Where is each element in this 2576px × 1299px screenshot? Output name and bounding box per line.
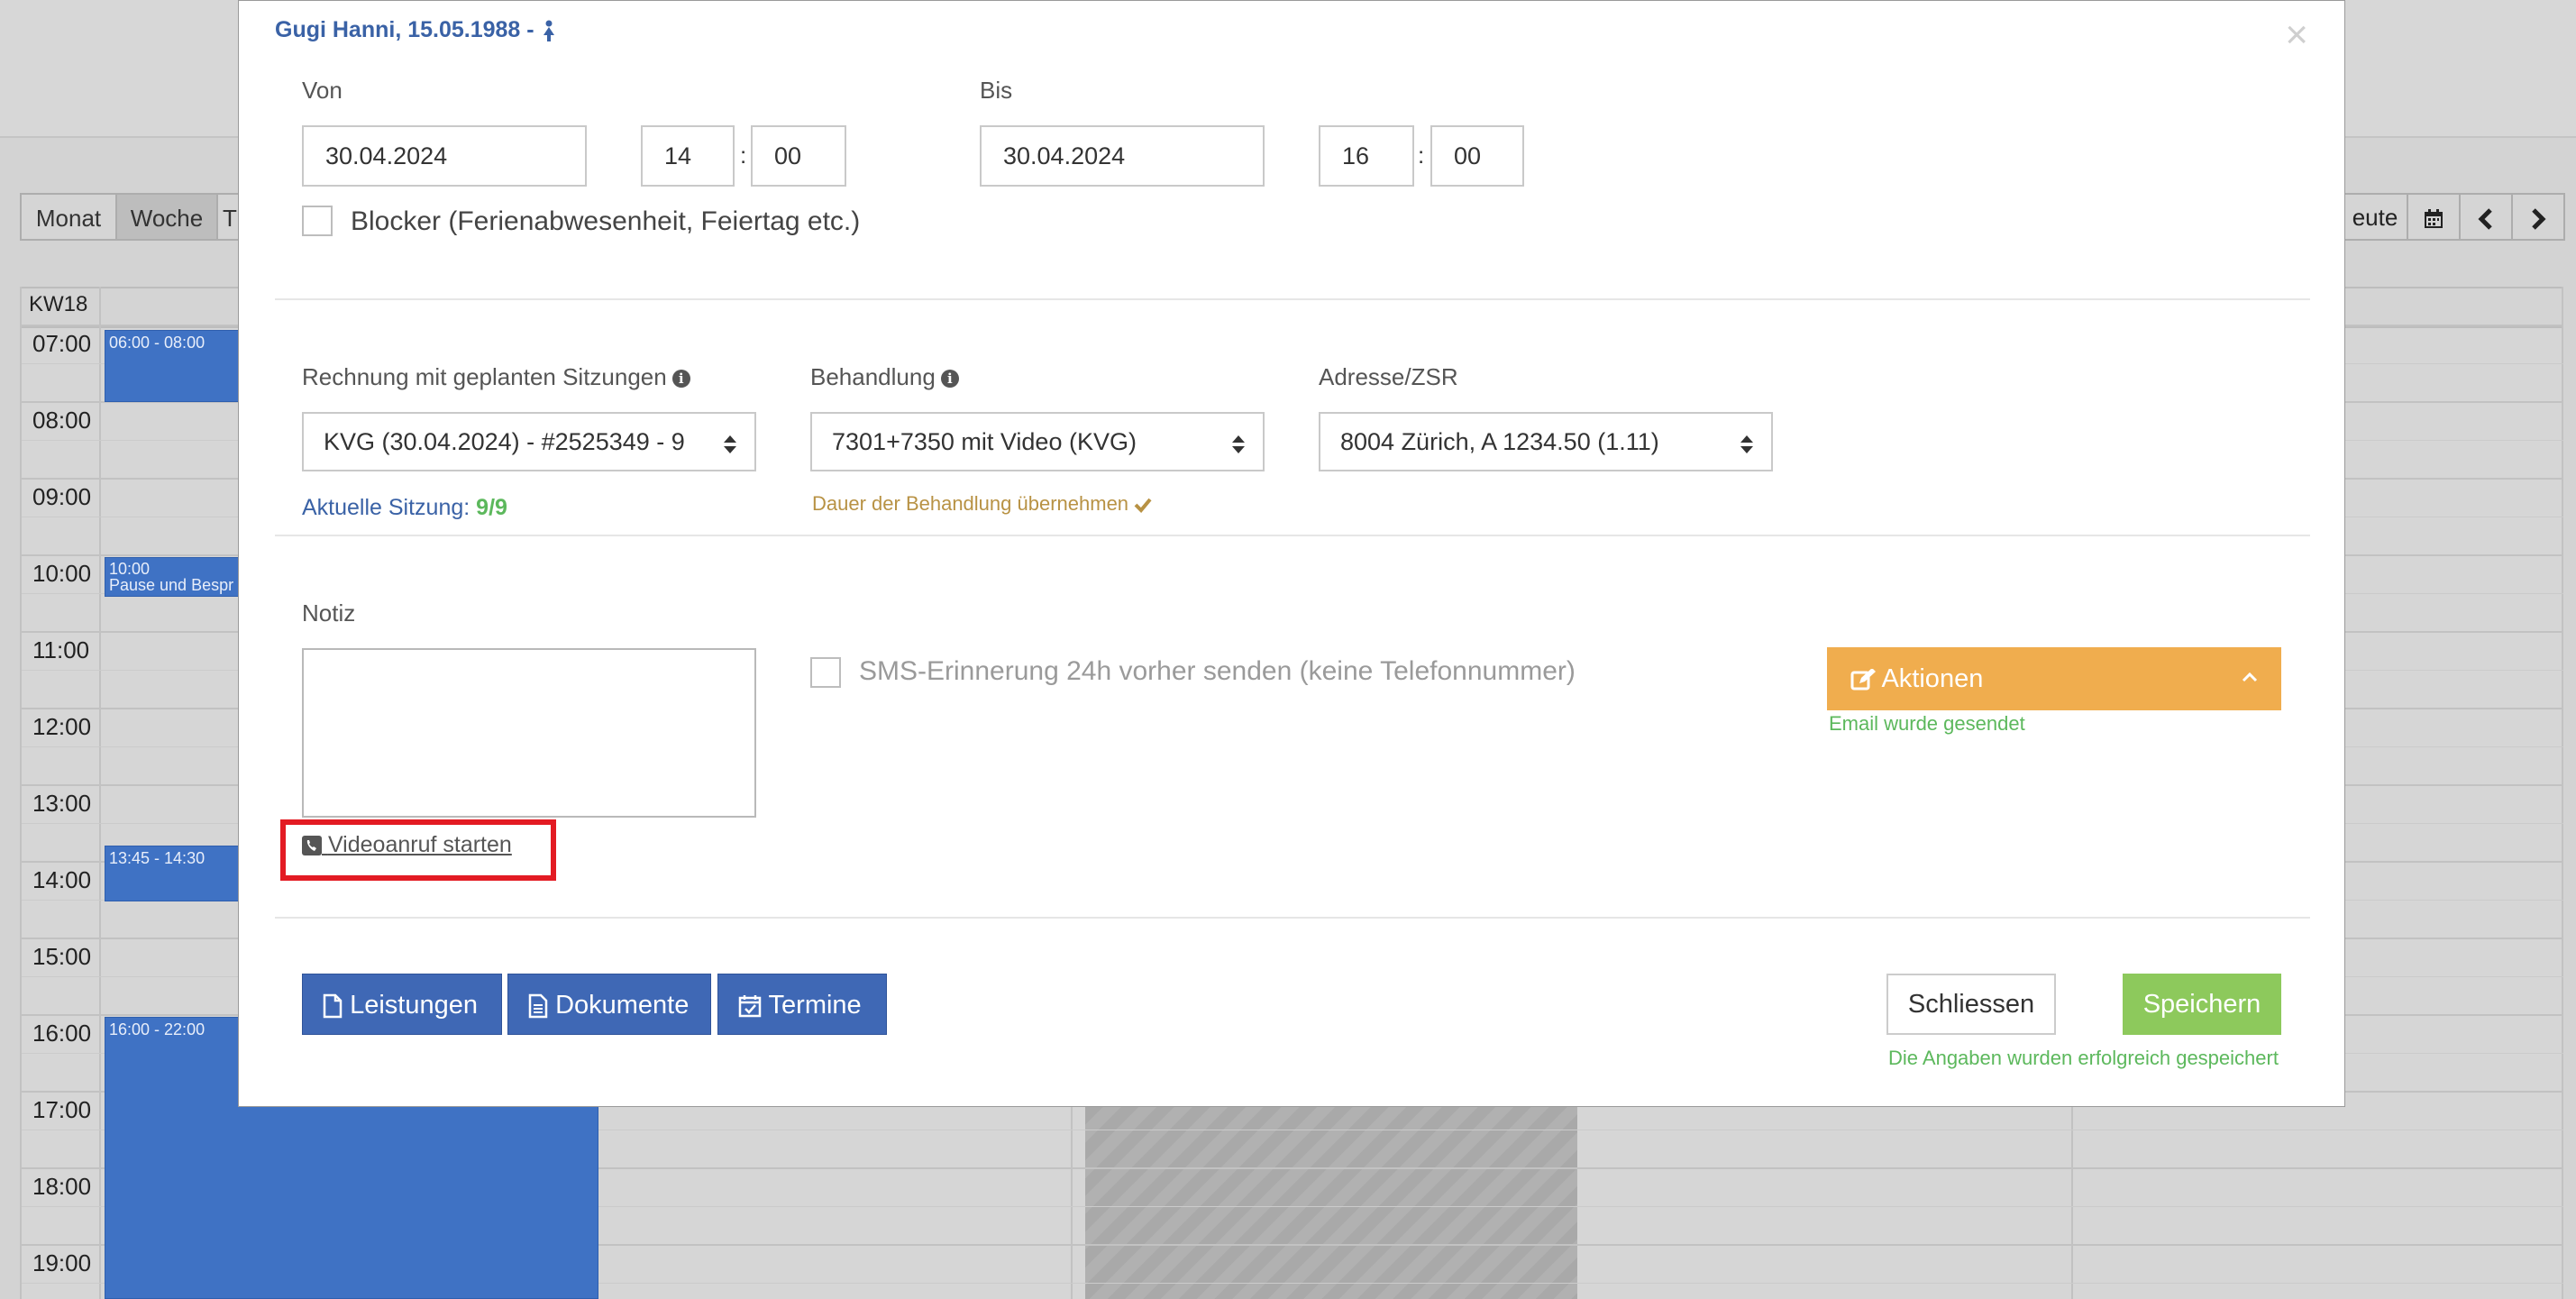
actions-dropdown[interactable]: Aktionen bbox=[1827, 647, 2281, 710]
time-label: 11:00 bbox=[32, 636, 90, 663]
bis-label: Bis bbox=[980, 77, 1013, 104]
calendar-icon bbox=[2425, 209, 2443, 229]
dauer-uebernehmen-link[interactable]: Dauer der Behandlung übernehmen bbox=[812, 492, 1152, 516]
von-label: Von bbox=[302, 77, 343, 104]
file-text-icon bbox=[528, 994, 548, 1019]
rechnung-select[interactable]: KVG (30.04.2024) - #2525349 - 9 bbox=[302, 412, 756, 471]
info-icon: i bbox=[940, 370, 959, 388]
sort-icon bbox=[1740, 435, 1753, 454]
chevron-left-icon bbox=[2478, 208, 2492, 230]
schliessen-button[interactable]: Schliessen bbox=[1886, 974, 2056, 1035]
bis-date-input[interactable]: 30.04.2024 bbox=[980, 125, 1265, 187]
chevron-up-icon bbox=[2242, 672, 2258, 682]
leistungen-button[interactable]: Leistungen bbox=[302, 974, 502, 1035]
close-icon[interactable]: × bbox=[2285, 15, 2308, 55]
bis-hour-input[interactable]: 16 bbox=[1319, 125, 1414, 187]
sms-label: SMS-Erinnerung 24h vorher senden (keine … bbox=[859, 656, 1576, 686]
time-label: 10:00 bbox=[32, 560, 92, 587]
time-label: 15:00 bbox=[32, 943, 92, 970]
time-label: 07:00 bbox=[32, 330, 92, 357]
von-hour-input[interactable]: 14 bbox=[641, 125, 735, 187]
time-label: 09:00 bbox=[32, 483, 92, 510]
termine-button[interactable]: Termine bbox=[717, 974, 887, 1035]
adresse-label: Adresse/ZSR bbox=[1319, 363, 1458, 390]
today-button[interactable]: eute bbox=[2343, 193, 2408, 241]
time-label: 19:00 bbox=[32, 1249, 92, 1276]
time-label: 17:00 bbox=[32, 1096, 92, 1123]
save-status: Die Angaben wurden erfolgreich gespeiche… bbox=[1888, 1047, 2279, 1069]
view-week-button[interactable]: Woche bbox=[115, 193, 218, 241]
info-icon: i bbox=[671, 370, 690, 388]
aktuelle-sitzung: Aktuelle Sitzung: 9/9 bbox=[302, 495, 507, 520]
prev-button[interactable] bbox=[2459, 193, 2513, 241]
sort-icon bbox=[1232, 435, 1245, 454]
rechnung-label: Rechnung mit geplanten Sitzungen i bbox=[302, 363, 690, 391]
time-label: 13:00 bbox=[32, 790, 92, 817]
view-month-button[interactable]: Monat bbox=[20, 193, 117, 241]
blocker-label: Blocker (Ferienabwesenheit, Feiertag etc… bbox=[351, 206, 861, 236]
dokumente-button[interactable]: Dokumente bbox=[507, 974, 711, 1035]
chevron-right-icon bbox=[2532, 208, 2546, 230]
edit-icon bbox=[1850, 669, 1876, 691]
von-minute-input[interactable]: 00 bbox=[751, 125, 846, 187]
time-label: 14:00 bbox=[32, 866, 92, 893]
sort-icon bbox=[724, 435, 736, 454]
modal-title: Gugi Hanni, 15.05.1988 - bbox=[275, 17, 557, 43]
behandlung-select[interactable]: 7301+7350 mit Video (KVG) bbox=[810, 412, 1265, 471]
notiz-textarea[interactable] bbox=[302, 648, 756, 818]
calendar-icon-button[interactable] bbox=[2407, 193, 2461, 241]
calendar-check-icon bbox=[738, 995, 762, 1018]
blocker-checkbox[interactable] bbox=[302, 206, 333, 236]
bis-minute-input[interactable]: 00 bbox=[1430, 125, 1524, 187]
sms-checkbox[interactable] bbox=[810, 657, 841, 688]
file-icon bbox=[323, 994, 343, 1019]
time-label: 16:00 bbox=[32, 1020, 92, 1047]
notiz-label: Notiz bbox=[302, 599, 356, 627]
female-icon bbox=[543, 20, 554, 42]
time-label: 08:00 bbox=[32, 407, 92, 434]
week-number: KW18 bbox=[29, 292, 88, 316]
next-button[interactable] bbox=[2511, 193, 2565, 241]
blocked-area bbox=[1085, 1107, 1577, 1299]
appointment-modal: Gugi Hanni, 15.05.1988 - × Von Bis 30.04… bbox=[238, 0, 2345, 1107]
von-date-input[interactable]: 30.04.2024 bbox=[302, 125, 587, 187]
email-status: Email wurde gesendet bbox=[1829, 712, 2025, 735]
behandlung-label: Behandlung i bbox=[810, 363, 959, 391]
check-icon bbox=[1134, 498, 1152, 514]
video-call-link[interactable]: Videoanruf starten bbox=[302, 832, 512, 858]
phone-icon bbox=[302, 836, 322, 856]
speichern-button[interactable]: Speichern bbox=[2123, 974, 2281, 1035]
adresse-select[interactable]: 8004 Zürich, A 1234.50 (1.11) bbox=[1319, 412, 1773, 471]
time-label: 18:00 bbox=[32, 1173, 92, 1200]
time-label: 12:00 bbox=[32, 713, 92, 740]
